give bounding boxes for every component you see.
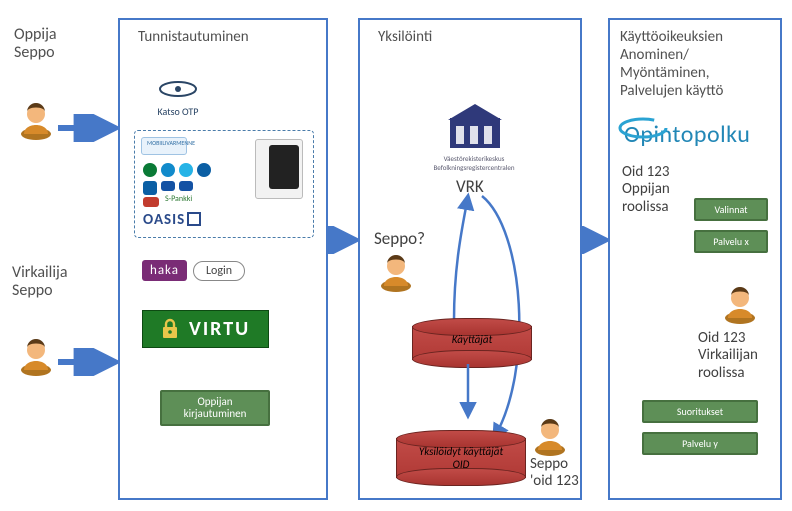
db-identified: Yksilöidyt käyttäjätOID (396, 438, 526, 478)
oasis-label: OASIS (143, 211, 201, 229)
palvelu-y-button[interactable]: Palvelu y (642, 432, 758, 455)
palvelu-x-button[interactable]: Palvelu x (694, 230, 768, 253)
arrow-icon (456, 360, 486, 430)
virtu-label: VIRTU (189, 317, 250, 341)
vrk-logo (440, 100, 510, 156)
person-icon (18, 100, 54, 140)
panel-title: Yksilöinti (378, 28, 432, 46)
arrow-icon (56, 114, 122, 142)
panel-title: KäyttöoikeuksienAnominen/Myöntäminen,Pal… (620, 28, 723, 100)
katso-otp-logo: Katso OTP (148, 80, 208, 118)
login-pill[interactable]: Login (193, 261, 245, 281)
suoritukset-button[interactable]: Suoritukset (642, 400, 758, 423)
haka-login[interactable]: haka Login (142, 260, 245, 281)
panel-permissions: KäyttöoikeuksienAnominen/Myöntäminen,Pal… (608, 18, 782, 500)
mobiilivarmenne-label: MOBIILIVARMENNE (147, 139, 195, 147)
role-label-official: VirkailijaSeppo (12, 264, 68, 301)
spankki-label: S-Pankki (165, 194, 192, 204)
db-users-label: Käyttäjät (413, 327, 531, 346)
role-label-learner: OppijaSeppo (14, 26, 57, 63)
panel-identification: Yksilöinti VäestörekisterikeskusBefolkni… (358, 18, 582, 500)
haka-badge: haka (142, 260, 187, 281)
person-icon (18, 336, 54, 376)
learner-login-button[interactable]: Oppijankirjautuminen (160, 390, 270, 426)
db-users: Käyttäjät (412, 326, 532, 360)
arrow-icon (56, 348, 122, 376)
person-icon (532, 416, 568, 456)
official-role-label: Oid 123Virkailijanroolissa (698, 330, 758, 382)
vrk-subtitle: VäestörekisterikeskusBefolkningsregister… (414, 154, 534, 172)
learner-role-label: Oid 123Oppijanroolissa (622, 164, 670, 216)
tupas-providers-box: MOBIILIVARMENNE S-Pankki OASIS (134, 130, 314, 238)
panel-title: Tunnistautuminen (138, 28, 249, 46)
seppo-oid-label: Seppo'oid 123 (530, 456, 579, 489)
db-identified-label: Yksilöidyt käyttäjätOID (397, 439, 525, 471)
panel-authentication: Tunnistautuminen Katso OTP MOBIILIVARMEN… (118, 18, 328, 500)
lock-icon (161, 318, 179, 340)
opintopolku-logo: Opintopolku (624, 120, 750, 149)
person-icon (722, 284, 758, 324)
valinnat-button[interactable]: Valinnat (694, 198, 768, 221)
virtu-button[interactable]: VIRTU (142, 310, 269, 348)
arrow-icon (326, 226, 362, 254)
